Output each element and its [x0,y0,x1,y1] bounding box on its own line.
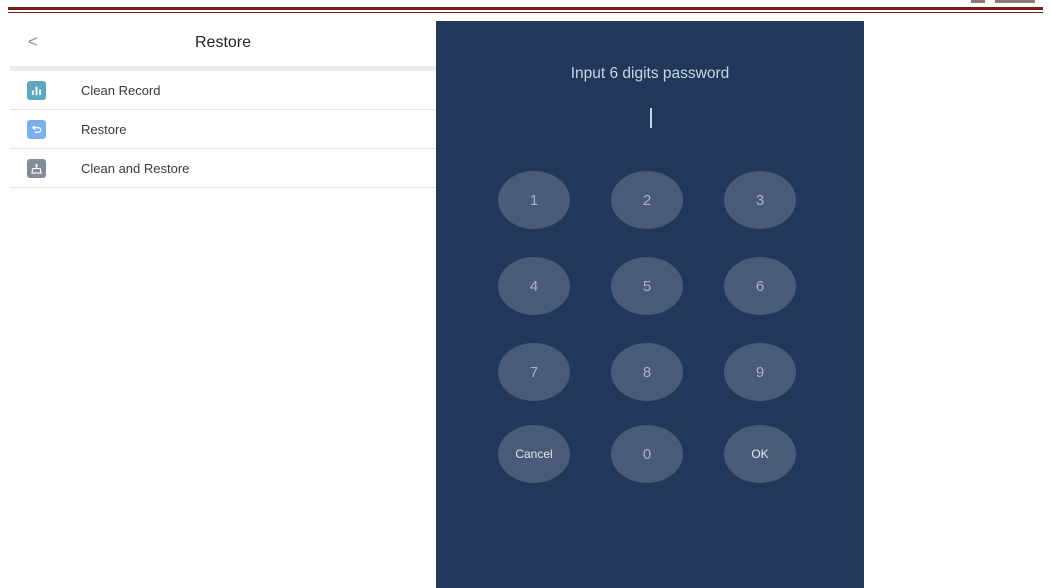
key-7[interactable]: 7 [498,343,570,401]
restore-settings-panel: < Restore Clean Record Restore Clean and… [10,24,436,189]
password-input-cursor[interactable] [650,108,652,128]
document-header-rule [8,7,1043,10]
restore-header: < Restore [10,24,436,66]
menu-item-restore[interactable]: Restore [10,110,436,149]
key-2[interactable]: 2 [611,171,683,229]
key-9[interactable]: 9 [724,343,796,401]
key-8[interactable]: 8 [611,343,683,401]
cancel-button[interactable]: Cancel [498,425,570,483]
key-0[interactable]: 0 [611,425,683,483]
menu-item-clean-record[interactable]: Clean Record [10,71,436,110]
menu-item-label: Clean and Restore [81,160,190,176]
key-6[interactable]: 6 [724,257,796,315]
password-prompt: Input 6 digits password [570,65,730,82]
menu-item-label: Clean Record [81,82,161,98]
key-5[interactable]: 5 [611,257,683,315]
key-4[interactable]: 4 [498,257,570,315]
undo-arrow-icon [27,119,46,139]
page-header-fragment [971,0,1041,6]
menu-item-clean-and-restore[interactable]: Clean and Restore [10,149,436,188]
key-3[interactable]: 3 [724,171,796,229]
menu-item-label: Restore [81,121,127,137]
password-keypad-panel: Input 6 digits password 1 2 3 4 5 6 7 8 … [436,21,864,588]
page-title: Restore [194,34,252,51]
broom-icon [27,158,46,178]
key-1[interactable]: 1 [498,171,570,229]
ok-button[interactable]: OK [724,425,796,483]
document-header-rule-thin [8,12,1043,13]
clean-record-icon [27,80,46,100]
